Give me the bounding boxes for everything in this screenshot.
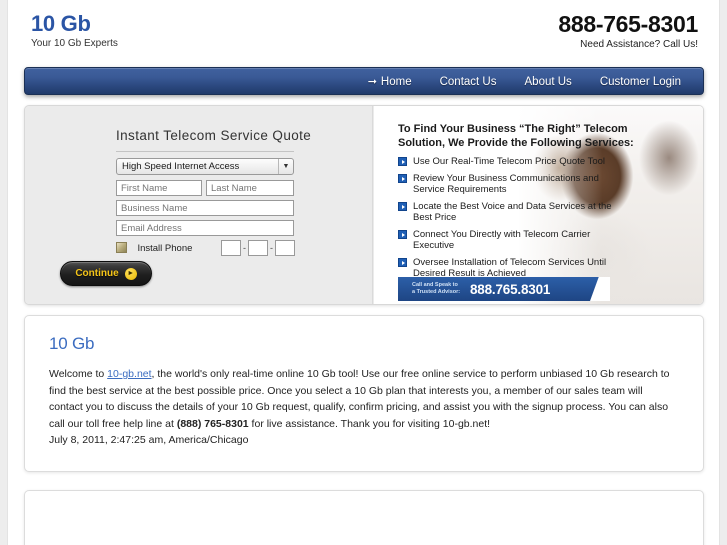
services-bullet-list: Use Our Real-Time Telecom Price Quote To… bbox=[398, 156, 633, 285]
main-navigation-bar: ➞ Home Contact Us About Us Customer Login bbox=[24, 67, 704, 95]
nav-item-customer-login[interactable]: Customer Login bbox=[586, 68, 695, 96]
paragraph-text-part-3: for live assistance. Thank you for visit… bbox=[248, 417, 491, 430]
phone-prefix-input[interactable] bbox=[248, 240, 268, 256]
nav-item-about-us[interactable]: About Us bbox=[511, 68, 586, 96]
header-phone-number: 888-765-8301 bbox=[558, 11, 698, 37]
quote-form-title: Instant Telecom Service Quote bbox=[116, 128, 312, 143]
chevron-down-icon: ▼ bbox=[278, 159, 293, 174]
blue-arrow-bullet-icon bbox=[398, 202, 407, 211]
phone-line-number-input[interactable] bbox=[275, 240, 295, 256]
continue-button-label: Continue bbox=[75, 268, 119, 279]
nav-item-list: ➞ Home Contact Us About Us Customer Login bbox=[354, 68, 695, 96]
trusted-advisor-callout[interactable]: Call and Speak to a Trusted Advisor: 888… bbox=[398, 277, 610, 301]
business-name-input[interactable] bbox=[116, 200, 294, 216]
nav-item-contact-us[interactable]: Contact Us bbox=[426, 68, 511, 96]
header-phone-block: 888-765-8301 Need Assistance? Call Us! bbox=[558, 12, 698, 51]
secondary-content-panel bbox=[24, 490, 704, 545]
timestamp: July 8, 2011, 2:47:25 am, America/Chicag… bbox=[49, 434, 249, 446]
service-type-select[interactable]: High Speed Internet Access ▼ bbox=[116, 158, 294, 175]
continue-button[interactable]: Continue ► bbox=[60, 261, 152, 286]
trusted-advisor-phone: 888.765.8301 bbox=[470, 281, 551, 297]
bullet-text: Review Your Business Communications and … bbox=[413, 173, 599, 195]
first-name-input[interactable] bbox=[116, 180, 202, 196]
site-logo[interactable]: 10 Gb Your 10 Gb Experts bbox=[31, 12, 118, 50]
page-gutter-left bbox=[0, 0, 8, 545]
blue-arrow-bullet-icon bbox=[398, 174, 407, 183]
hero-panel: Instant Telecom Service Quote High Speed… bbox=[24, 105, 704, 305]
blue-arrow-bullet-icon bbox=[398, 157, 407, 166]
phone-separator-2: - bbox=[270, 243, 273, 253]
paragraph-phone-number: (888) 765-8301 bbox=[176, 417, 249, 430]
trusted-advisor-label-line-2: a Trusted Advisor: bbox=[412, 289, 461, 295]
list-item: Oversee Installation of Telecom Services… bbox=[398, 257, 633, 279]
service-type-select-wrapper[interactable]: High Speed Internet Access ▼ bbox=[116, 158, 294, 175]
hero-headline: To Find Your Business “The Right” Teleco… bbox=[398, 123, 634, 149]
broken-image-icon bbox=[116, 242, 127, 254]
install-phone-label: Install Phone bbox=[137, 243, 193, 255]
welcome-paragraph: Welcome to 10-gb.net, the world's only r… bbox=[49, 366, 677, 432]
service-type-selected-value: High Speed Internet Access bbox=[122, 161, 240, 172]
bullet-text: Connect You Directly with Telecom Carrie… bbox=[413, 229, 591, 251]
bullet-text: Locate the Best Voice and Data Services … bbox=[413, 201, 612, 223]
nav-item-home-label: Home bbox=[380, 76, 412, 88]
blue-arrow-bullet-icon bbox=[398, 230, 407, 239]
site-link[interactable]: 10-gb.net bbox=[107, 368, 151, 380]
site-header: 10 Gb Your 10 Gb Experts 888-765-8301 Ne… bbox=[9, 0, 718, 62]
phone-area-code-input[interactable] bbox=[221, 240, 241, 256]
logo-title: 10 Gb bbox=[31, 11, 91, 36]
quote-form-panel: Instant Telecom Service Quote High Speed… bbox=[25, 106, 373, 304]
list-item: Review Your Business Communications and … bbox=[398, 173, 633, 195]
logo-tagline: Your 10 Gb Experts bbox=[31, 38, 118, 49]
page-title: 10 Gb bbox=[49, 334, 95, 353]
bullet-text: Use Our Real-Time Telecom Price Quote To… bbox=[413, 156, 606, 167]
page-gutter-right bbox=[719, 0, 727, 545]
list-item: Use Our Real-Time Telecom Price Quote To… bbox=[398, 156, 633, 167]
main-content-panel: 10 Gb Welcome to 10-gb.net, the world's … bbox=[24, 315, 704, 472]
page-container: 10 Gb Your 10 Gb Experts 888-765-8301 Ne… bbox=[9, 0, 718, 545]
install-phone-inputs: - - bbox=[221, 240, 295, 256]
paragraph-text-part-1: Welcome to bbox=[49, 368, 108, 380]
trusted-advisor-label-line-1: Call and Speak to bbox=[412, 282, 458, 288]
last-name-input[interactable] bbox=[206, 180, 294, 196]
play-arrow-icon: ► bbox=[124, 267, 137, 280]
nav-item-home[interactable]: ➞ Home bbox=[354, 68, 426, 96]
phone-separator-1: - bbox=[243, 243, 246, 253]
bullet-text: Oversee Installation of Telecom Services… bbox=[413, 257, 607, 279]
header-phone-subtext: Need Assistance? Call Us! bbox=[580, 39, 698, 50]
list-item: Connect You Directly with Telecom Carrie… bbox=[398, 229, 633, 251]
list-item: Locate the Best Voice and Data Services … bbox=[398, 201, 633, 223]
trusted-advisor-label: Call and Speak to a Trusted Advisor: bbox=[412, 282, 464, 296]
blue-arrow-bullet-icon bbox=[398, 258, 407, 267]
right-arrow-icon: ➞ bbox=[367, 76, 377, 88]
email-address-input[interactable] bbox=[116, 220, 294, 236]
hero-services-panel: To Find Your Business “The Right” Teleco… bbox=[374, 106, 703, 304]
quote-form-divider bbox=[116, 151, 294, 152]
